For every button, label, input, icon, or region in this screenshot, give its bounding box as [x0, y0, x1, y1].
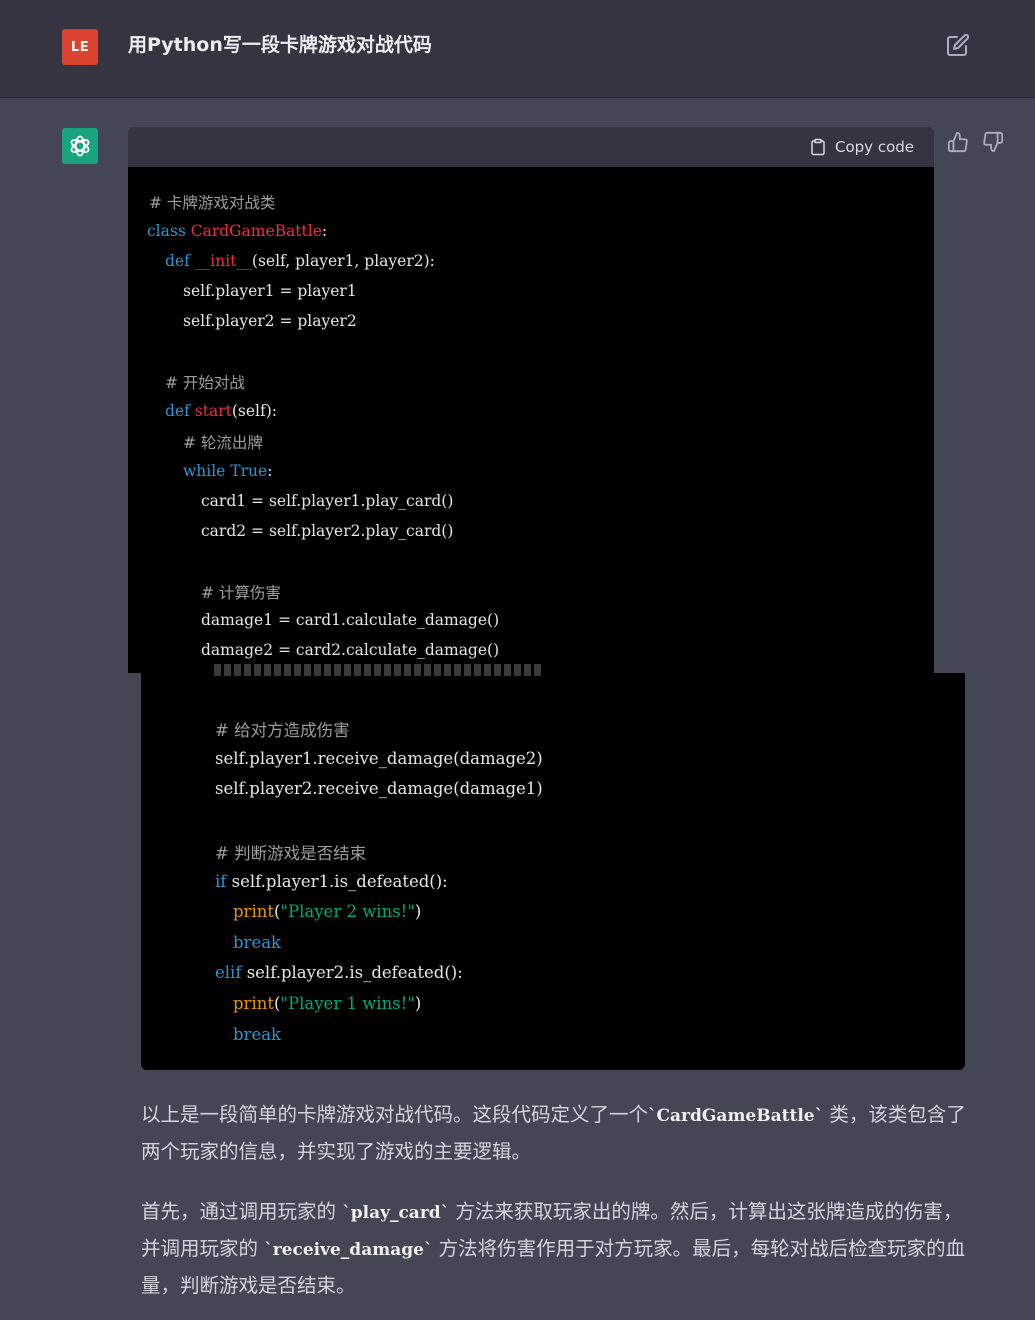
code-block-part2: # 给对方造成伤害 self.player1.receive_damage(da…	[141, 673, 965, 1070]
code-line: class CardGameBattle:	[147, 222, 328, 240]
code-line: damage2 = card2.calculate_damage()	[201, 641, 500, 659]
code-line: # 计算伤害	[201, 584, 281, 602]
user-avatar: LE	[62, 29, 98, 65]
clipboard-icon	[811, 138, 825, 156]
code-line: self.player1.receive_damage(damage2)	[215, 749, 543, 768]
code-line: # 开始对战	[165, 374, 245, 392]
code-line: card1 = self.player1.play_card()	[201, 492, 454, 510]
thumbs-down-icon[interactable]	[982, 131, 1004, 153]
code-block-part1: # 卡牌游戏对战类 class CardGameBattle: def __in…	[128, 167, 934, 673]
response-paragraph-1: 以上是一段简单的卡牌游戏对战代码。这段代码定义了一个`CardGameBattl…	[141, 1103, 966, 1163]
copy-code-label: Copy code	[835, 138, 914, 156]
thumbs-up-icon[interactable]	[947, 131, 969, 153]
code-line: self.player1 = player1	[183, 282, 357, 300]
code-block-header: Copy code	[128, 127, 934, 167]
code-line: # 卡牌游戏对战类	[149, 194, 276, 212]
code-line: damage1 = card1.calculate_damage()	[201, 611, 500, 629]
user-message-row: LE 用Python写一段卡牌游戏对战代码	[0, 0, 1035, 98]
code-line: elif self.player2.is_defeated():	[215, 963, 463, 982]
inline-code: `receive_damage`	[264, 1240, 433, 1260]
code-line: # 判断游戏是否结束	[215, 844, 367, 863]
code-line: def __init__(self, player1, player2):	[165, 252, 435, 270]
code-line: self.player2.receive_damage(damage1)	[215, 779, 543, 798]
overlap-artifact	[214, 664, 544, 676]
code-line: # 给对方造成伤害	[215, 721, 350, 740]
code-line: def start(self):	[165, 402, 277, 420]
code-line: while True:	[183, 462, 273, 480]
code-line: # 轮流出牌	[183, 434, 263, 452]
code-line: print("Player 1 wins!")	[233, 994, 422, 1013]
code-line: print("Player 2 wins!")	[233, 902, 422, 921]
inline-code: `CardGameBattle`	[648, 1106, 824, 1126]
code-line: card2 = self.player2.play_card()	[201, 522, 454, 540]
code-line: if self.player1.is_defeated():	[215, 872, 448, 891]
assistant-avatar	[62, 128, 98, 164]
openai-logo-icon	[70, 135, 90, 157]
code-line: break	[233, 1025, 282, 1044]
copy-code-button[interactable]: Copy code	[809, 135, 914, 159]
response-paragraph-2: 首先，通过调用玩家的 `play_card` 方法来获取玩家出的牌。然后，计算出…	[141, 1200, 966, 1297]
user-message-text: 用Python写一段卡牌游戏对战代码	[128, 34, 432, 56]
inline-code: `play_card`	[342, 1203, 450, 1223]
code-line: break	[233, 933, 282, 952]
code-line: self.player2 = player2	[183, 312, 357, 330]
edit-icon[interactable]	[946, 33, 970, 57]
